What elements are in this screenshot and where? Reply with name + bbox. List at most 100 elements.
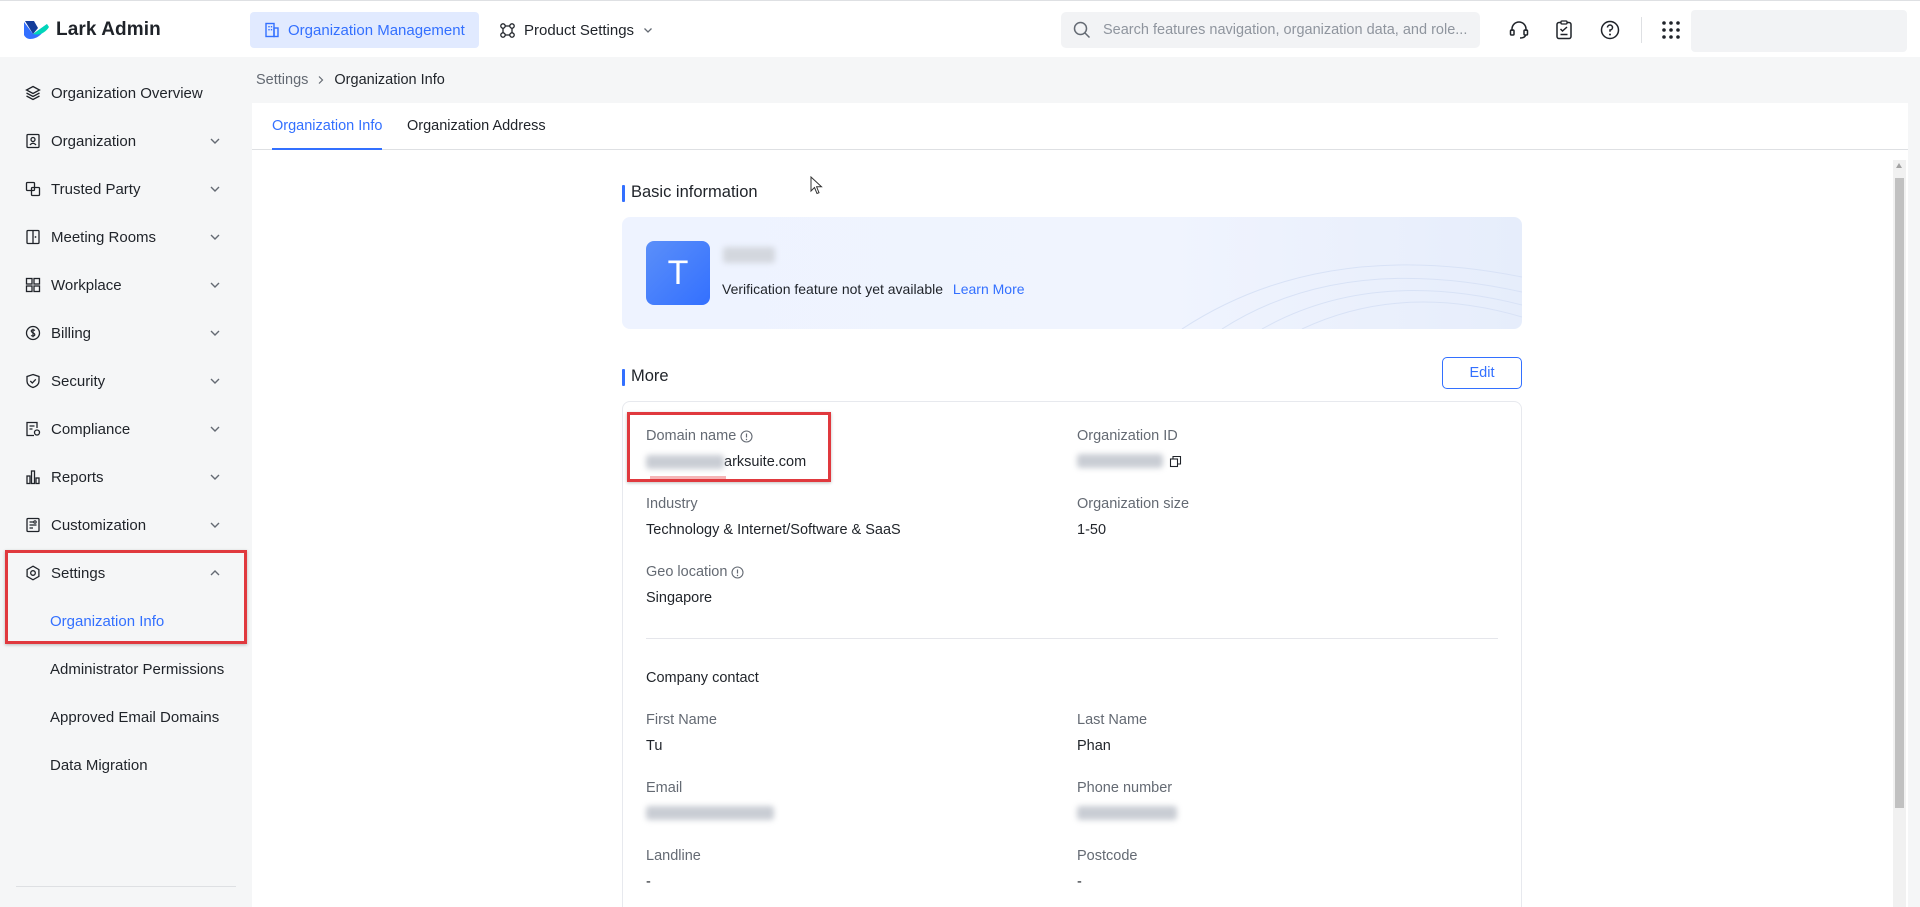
nav-product-settings-label: Product Settings xyxy=(524,21,635,39)
chevron-down-icon xyxy=(644,28,653,33)
company-contact-title: Company contact xyxy=(646,670,759,686)
nav-product-settings[interactable]: Product Settings xyxy=(485,12,668,48)
room-icon xyxy=(24,228,42,246)
tab-bar: Organization Info Organization Address xyxy=(252,103,1908,150)
app-logo[interactable]: Lark Admin xyxy=(22,18,161,42)
highlight-annotation-domain xyxy=(627,412,831,482)
sidebar-item-security[interactable]: Security xyxy=(8,361,244,401)
product-settings-icon xyxy=(500,22,515,38)
chevron-down-icon xyxy=(210,186,220,192)
org-avatar: T xyxy=(646,241,710,305)
last-name-value: Phan xyxy=(1077,738,1111,754)
industry-label: Industry xyxy=(646,496,698,512)
sidebar-item-organization-overview[interactable]: Organization Overview xyxy=(8,73,244,113)
postcode-label: Postcode xyxy=(1077,848,1138,864)
org-size-label: Organization size xyxy=(1077,496,1190,512)
highlight-annotation-settings xyxy=(5,550,247,644)
sidebar-divider xyxy=(16,886,236,887)
industry-value: Technology & Internet/Software & SaaS xyxy=(646,522,901,538)
customization-icon xyxy=(24,516,42,534)
nav-organization-management-label: Organization Management xyxy=(288,21,465,39)
chevron-down-icon xyxy=(210,282,220,288)
bar-chart-icon xyxy=(24,468,42,486)
chevron-down-icon xyxy=(210,138,220,144)
postcode-value: - xyxy=(1077,874,1082,890)
user-profile-area[interactable] xyxy=(1691,10,1907,52)
org-name-redacted xyxy=(723,247,775,263)
verification-text: Verification feature not yet available xyxy=(722,281,944,297)
chevron-right-icon xyxy=(318,76,324,84)
sidebar-item-label: Organization xyxy=(51,132,137,150)
org-card: T Verification feature not yet available… xyxy=(622,217,1522,329)
sidebar-item-billing[interactable]: Billing xyxy=(8,313,244,353)
sidebar-item-label: Data Migration xyxy=(50,756,148,774)
landline-value: - xyxy=(646,874,651,890)
sidebar-item-label: Administrator Permissions xyxy=(50,660,225,678)
search-bar[interactable] xyxy=(1061,12,1480,48)
edit-button[interactable]: Edit xyxy=(1442,357,1522,389)
search-icon xyxy=(1073,21,1091,39)
org-id-value xyxy=(1077,454,1182,468)
sidebar-item-data-migration[interactable]: Data Migration xyxy=(8,745,244,785)
section-divider xyxy=(646,638,1498,639)
help-icon[interactable] xyxy=(1598,18,1622,42)
support-icon[interactable] xyxy=(1507,18,1531,42)
tasks-icon[interactable] xyxy=(1552,18,1576,42)
compliance-icon xyxy=(24,420,42,438)
lark-logo-icon xyxy=(24,21,49,39)
chevron-down-icon xyxy=(210,474,220,480)
card-wave-decoration xyxy=(1181,264,1522,329)
basic-info-title: Basic information xyxy=(622,183,758,202)
sidebar-item-reports[interactable]: Reports xyxy=(8,457,244,497)
phone-redacted xyxy=(1077,806,1177,820)
email-label: Email xyxy=(646,780,683,796)
phone-label: Phone number xyxy=(1077,780,1173,796)
grid-icon xyxy=(24,276,42,294)
verification-status: Verification feature not yet available L… xyxy=(722,281,1025,297)
scroll-up-icon[interactable] xyxy=(1896,163,1902,168)
sidebar-item-label: Reports xyxy=(51,468,104,486)
geo-location-value: Singapore xyxy=(646,590,713,606)
dollar-icon xyxy=(24,324,42,342)
phone-value xyxy=(1077,806,1177,820)
chevron-down-icon xyxy=(210,522,220,528)
scrollbar[interactable] xyxy=(1893,160,1906,907)
landline-label: Landline xyxy=(646,848,701,864)
sidebar-item-label: Compliance xyxy=(51,420,131,438)
chevron-down-icon xyxy=(210,426,220,432)
breadcrumb: Settings Organization Info xyxy=(256,72,445,88)
chevron-down-icon xyxy=(210,234,220,240)
sidebar-item-approved-email-domains[interactable]: Approved Email Domains xyxy=(8,697,244,737)
tab-organization-address[interactable]: Organization Address xyxy=(407,103,546,149)
tab-organization-info[interactable]: Organization Info xyxy=(272,103,383,150)
first-name-value: Tu xyxy=(646,738,663,754)
org-id-redacted xyxy=(1077,454,1163,468)
sidebar-item-workplace[interactable]: Workplace xyxy=(8,265,244,305)
org-id-label: Organization ID xyxy=(1077,428,1178,444)
link-icon xyxy=(24,180,42,198)
top-separator xyxy=(1641,17,1642,43)
breadcrumb-parent[interactable]: Settings xyxy=(256,72,308,88)
copy-icon[interactable] xyxy=(1169,455,1182,468)
sidebar-item-label: Billing xyxy=(51,324,92,342)
last-name-label: Last Name xyxy=(1077,712,1148,728)
chevron-down-icon xyxy=(210,378,220,384)
learn-more-link[interactable]: Learn More xyxy=(953,281,1025,297)
email-redacted xyxy=(646,806,774,820)
first-name-label: First Name xyxy=(646,712,717,728)
info-icon[interactable] xyxy=(731,565,744,579)
nav-organization-management[interactable]: Organization Management xyxy=(250,12,479,48)
sidebar-item-customization[interactable]: Customization xyxy=(8,505,244,545)
sidebar-item-administrator-permissions[interactable]: Administrator Permissions xyxy=(8,649,244,689)
sidebar-item-organization[interactable]: Organization xyxy=(8,121,244,161)
search-input[interactable] xyxy=(1101,21,1475,39)
mouse-cursor-icon xyxy=(810,176,823,195)
app-launcher-icon[interactable] xyxy=(1659,18,1683,42)
sidebar-item-meeting-rooms[interactable]: Meeting Rooms xyxy=(8,217,244,257)
sidebar-item-label: Organization Overview xyxy=(51,84,203,102)
sidebar-item-compliance[interactable]: Compliance xyxy=(8,409,244,449)
sidebar-item-trusted-party[interactable]: Trusted Party xyxy=(8,169,244,209)
building-icon xyxy=(265,22,279,38)
scrollbar-thumb[interactable] xyxy=(1895,178,1904,808)
email-value xyxy=(646,806,774,820)
